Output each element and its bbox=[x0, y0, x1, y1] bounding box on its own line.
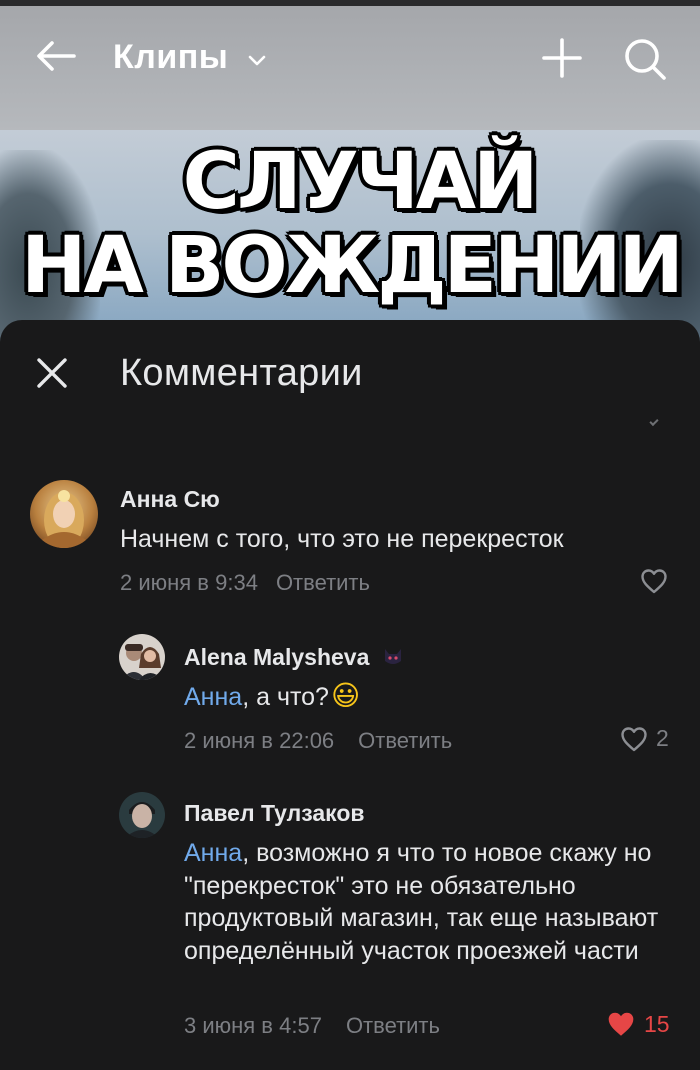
comment-author[interactable]: Анна Сю bbox=[120, 486, 220, 513]
comments-header: Комментарии bbox=[0, 320, 700, 420]
like-button[interactable]: 2 bbox=[620, 725, 669, 752]
mention-link[interactable]: Анна bbox=[184, 839, 242, 867]
headline-line-1: СЛУЧАЙ bbox=[182, 137, 539, 227]
plus-icon bbox=[542, 38, 582, 78]
comments-sheet: Комментарии Анна Сю Начнем с того, что э… bbox=[0, 320, 700, 1070]
comment-author[interactable]: Павел Тулзаков bbox=[184, 800, 365, 827]
video-headline: СЛУЧАЙ НА ВОЖДЕНИИ bbox=[0, 140, 700, 308]
author-name: Alena Malysheva bbox=[184, 644, 370, 670]
headline-line-2: НА ВОЖДЕНИИ bbox=[21, 221, 684, 311]
arrow-left-icon bbox=[37, 41, 76, 71]
avatar[interactable] bbox=[119, 634, 165, 680]
like-count: 2 bbox=[656, 725, 669, 751]
section-title[interactable]: Клипы bbox=[113, 38, 228, 77]
status-strip bbox=[0, 0, 700, 6]
comment-author[interactable]: Alena Malysheva bbox=[184, 644, 404, 671]
comments-title: Комментарии bbox=[120, 352, 363, 394]
reply-button[interactable]: Ответить bbox=[346, 1013, 440, 1038]
comment-date: 3 июня в 4:57 bbox=[184, 1013, 322, 1038]
avatar[interactable] bbox=[30, 480, 98, 548]
like-button[interactable] bbox=[640, 568, 676, 594]
back-button[interactable] bbox=[34, 36, 78, 76]
comment-body: , возможно я что то новое скажу но "пере… bbox=[184, 839, 659, 965]
like-button[interactable]: 15 bbox=[606, 1010, 670, 1038]
heart-outline-icon bbox=[621, 726, 647, 751]
reply-button[interactable]: Ответить bbox=[276, 570, 370, 595]
comment-text: Начнем с того, что это не перекресток bbox=[120, 525, 564, 553]
smile-emoji: 😃 bbox=[330, 679, 361, 712]
search-button[interactable] bbox=[622, 36, 668, 82]
comment-meta: 2 июня в 22:06 Ответить bbox=[184, 728, 452, 754]
app-bar: Клипы bbox=[0, 20, 700, 92]
mention-link[interactable]: Анна bbox=[184, 683, 242, 711]
comment-date: 2 июня в 22:06 bbox=[184, 728, 335, 753]
comment-meta: 3 июня в 4:57 Ответить bbox=[184, 1013, 440, 1039]
add-clip-button[interactable] bbox=[540, 36, 584, 80]
close-button[interactable] bbox=[35, 356, 69, 390]
heart-outline-icon bbox=[641, 569, 667, 594]
chevron-down-icon[interactable] bbox=[246, 50, 268, 72]
like-count: 15 bbox=[644, 1010, 670, 1037]
scrolled-previous-comment bbox=[118, 418, 418, 426]
comment-body: , а что? bbox=[242, 683, 329, 711]
cat-icon bbox=[384, 649, 401, 664]
reply-button[interactable]: Ответить bbox=[358, 728, 452, 753]
close-icon bbox=[37, 358, 67, 388]
heart-filled-icon bbox=[608, 1012, 634, 1036]
comment-text: Анна, а что?😃 bbox=[184, 679, 664, 714]
comment-text: Анна, возможно я что то новое скажу но "… bbox=[184, 837, 679, 967]
avatar[interactable] bbox=[119, 792, 165, 838]
comment-date: 2 июня в 9:34 bbox=[120, 570, 258, 595]
comment-meta: 2 июня в 9:34 Ответить bbox=[120, 570, 370, 596]
search-icon bbox=[625, 39, 666, 80]
